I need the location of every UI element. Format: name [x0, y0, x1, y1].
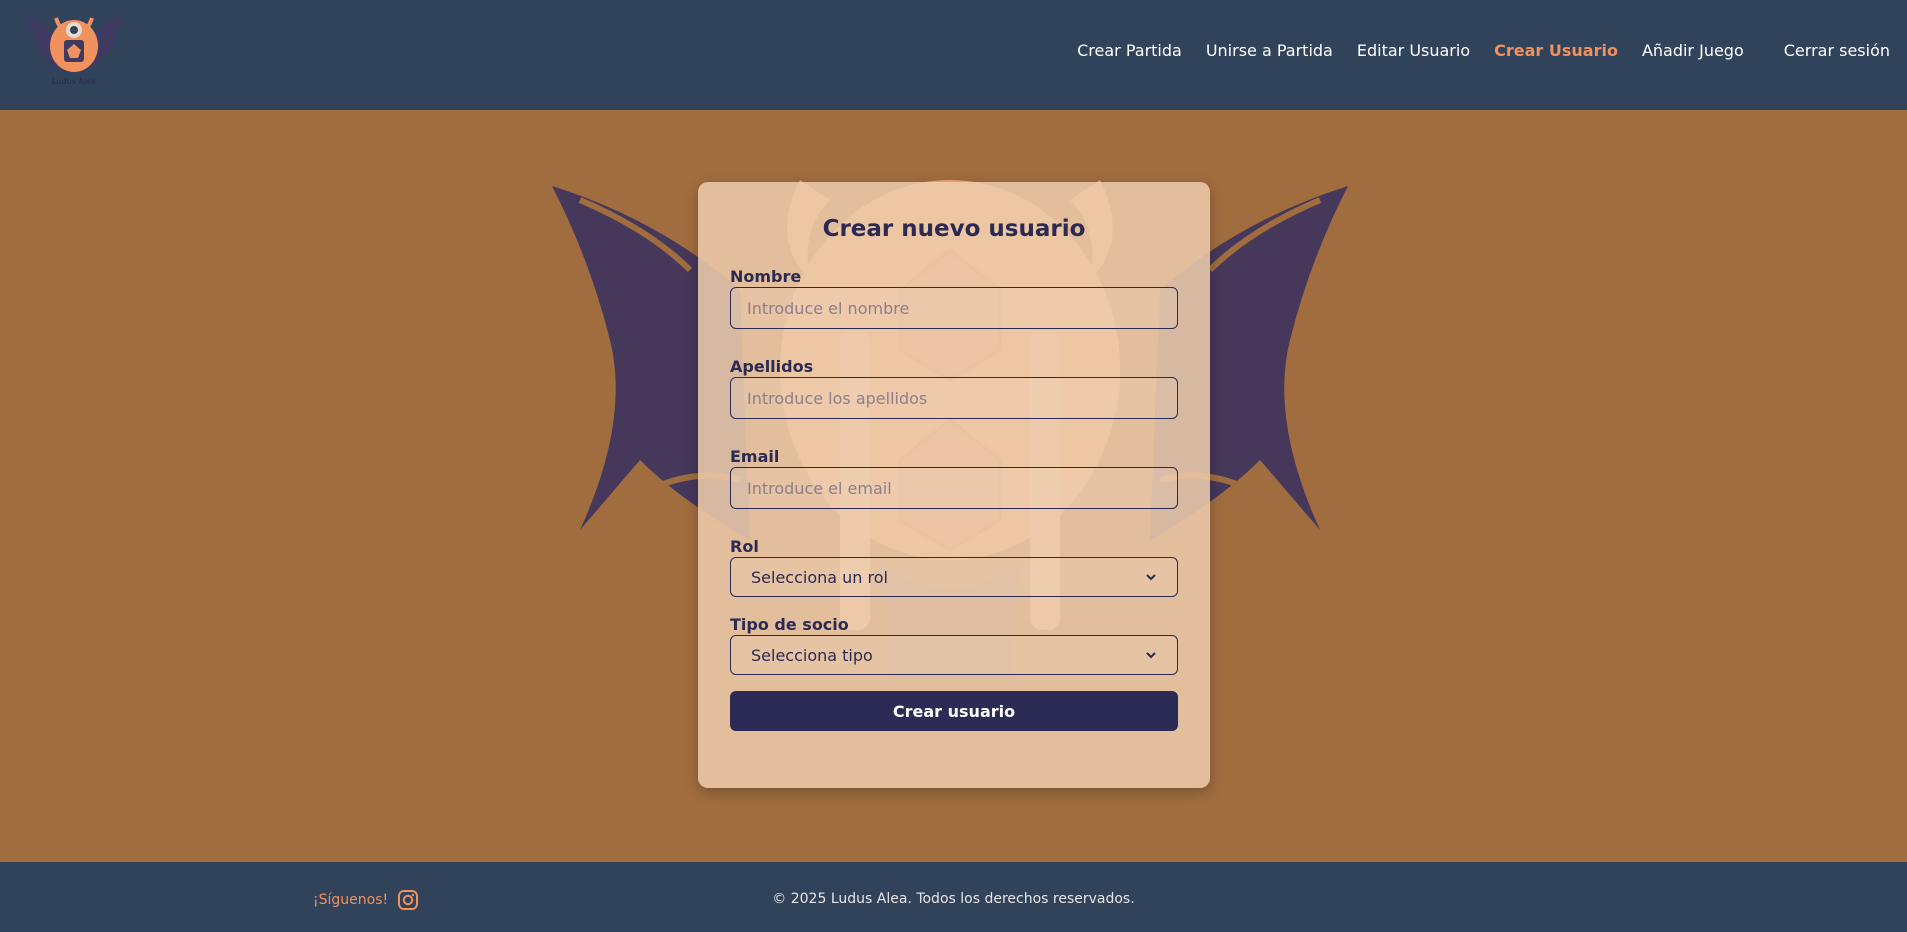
site-header: Ludus Alea Crear Partida Unirse a Partid…	[0, 0, 1907, 110]
email-input[interactable]	[730, 467, 1178, 509]
logout-link[interactable]: Cerrar sesión	[1784, 41, 1890, 60]
create-user-card: Crear nuevo usuario Nombre Apellidos Ema…	[698, 182, 1210, 788]
nav-crear-partida[interactable]: Crear Partida	[1077, 41, 1182, 60]
nav-crear-usuario[interactable]: Crear Usuario	[1494, 41, 1618, 60]
form-title: Crear nuevo usuario	[822, 216, 1086, 242]
role-label: Rol	[730, 537, 759, 556]
member-type-label: Tipo de socio	[730, 615, 849, 634]
logo-text: Ludus Alea	[52, 77, 96, 86]
member-type-select[interactable]: Selecciona tipo	[730, 635, 1178, 675]
role-select[interactable]: Selecciona un rol	[730, 557, 1178, 597]
name-input[interactable]	[730, 287, 1178, 329]
instagram-icon[interactable]	[397, 889, 419, 911]
surname-label: Apellidos	[730, 357, 814, 376]
ludus-alea-logo[interactable]: Ludus Alea	[26, 10, 122, 88]
chevron-down-icon	[1146, 574, 1156, 581]
nav-unirse-partida[interactable]: Unirse a Partida	[1206, 41, 1333, 60]
surname-input[interactable]	[730, 377, 1178, 419]
role-select-value: Selecciona un rol	[751, 567, 888, 587]
site-footer: © 2025 Ludus Alea. Todos los derechos re…	[0, 862, 1907, 932]
create-user-button[interactable]: Crear usuario	[730, 691, 1178, 731]
nav-anadir-juego[interactable]: Añadir Juego	[1642, 41, 1744, 60]
email-label: Email	[730, 447, 780, 466]
chevron-down-icon	[1146, 652, 1156, 659]
follow-us: ¡Síguenos!	[313, 889, 419, 911]
main-nav: Crear Partida Unirse a Partida Editar Us…	[1053, 0, 1907, 100]
nav-editar-usuario[interactable]: Editar Usuario	[1357, 41, 1470, 60]
member-type-select-value: Selecciona tipo	[751, 645, 873, 665]
follow-label: ¡Síguenos!	[313, 892, 389, 908]
name-label: Nombre	[730, 267, 802, 286]
copyright-text: © 2025 Ludus Alea. Todos los derechos re…	[772, 891, 1135, 907]
